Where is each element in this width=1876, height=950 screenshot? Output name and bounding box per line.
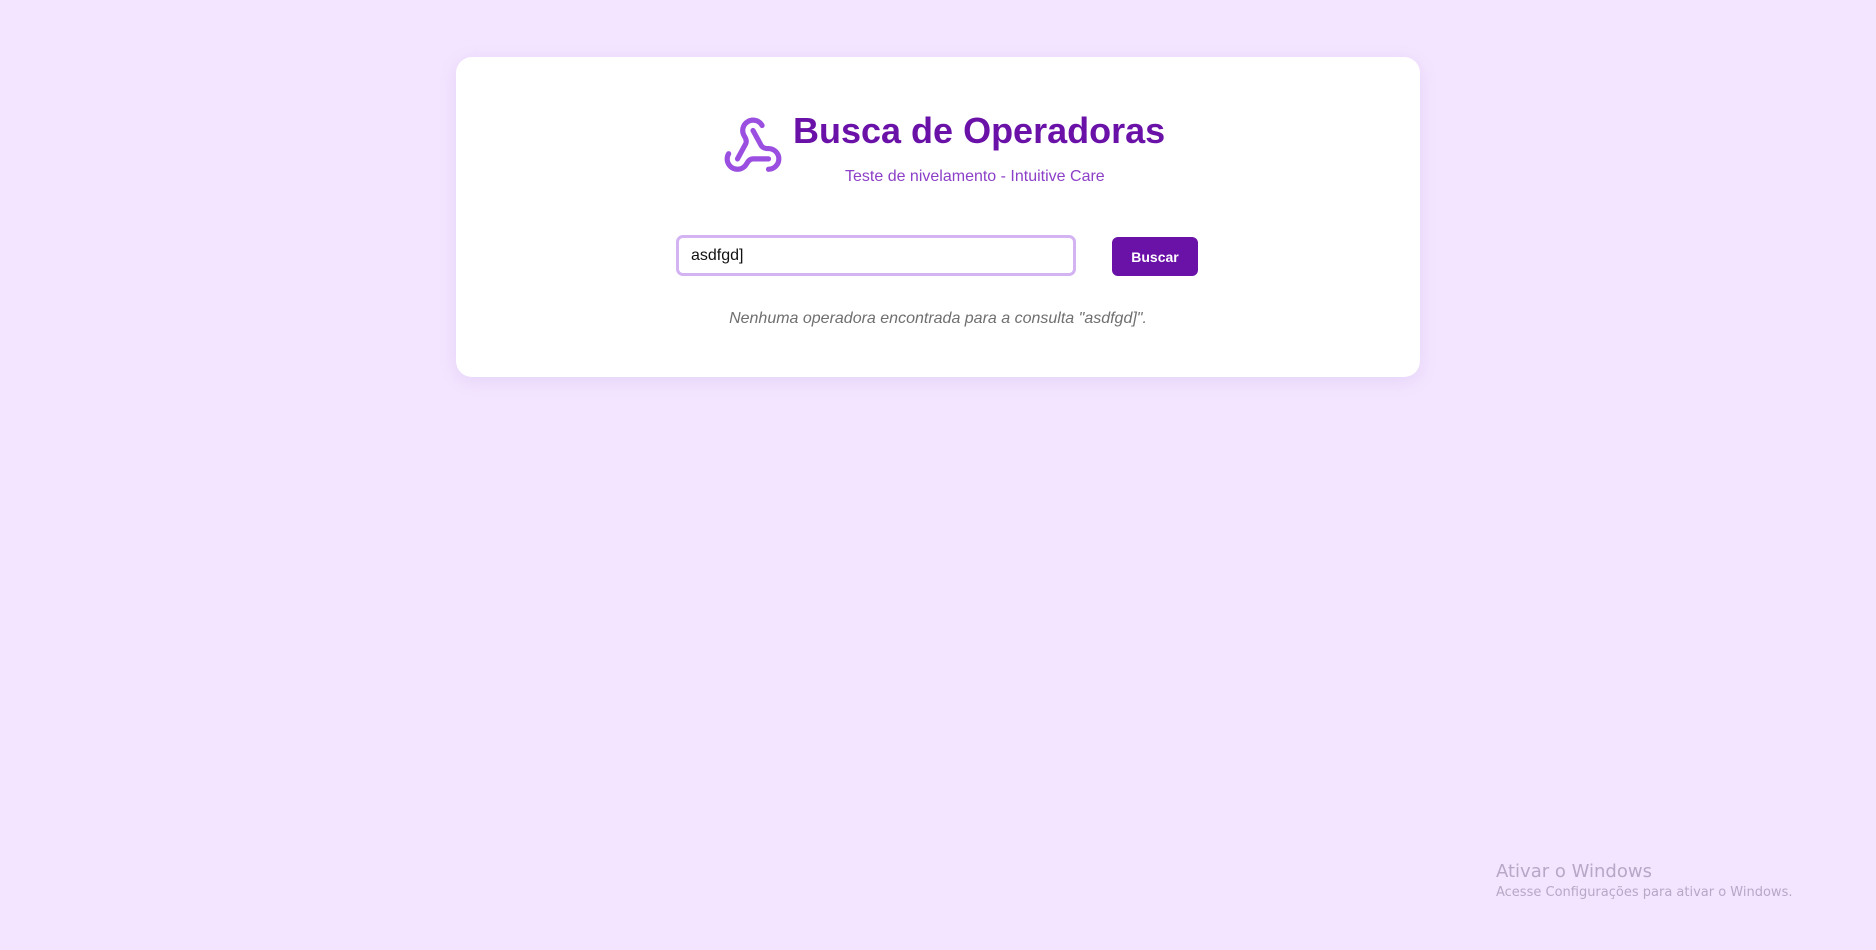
search-card: Busca de Operadoras Teste de nivelamento… <box>456 57 1420 377</box>
windows-activation-watermark: Ativar o Windows Acesse Configurações pa… <box>1496 860 1792 902</box>
search-input[interactable] <box>676 235 1076 276</box>
webhook-icon <box>724 117 782 172</box>
no-results-message: Nenhuma operadora encontrada para a cons… <box>729 310 1147 327</box>
search-button[interactable]: Buscar <box>1112 237 1198 276</box>
page-subtitle: Teste de nivelamento - Intuitive Care <box>845 168 1105 185</box>
page-title: Busca de Operadoras <box>793 110 1166 151</box>
watermark-title: Ativar o Windows <box>1496 861 1652 882</box>
watermark-subtitle: Acesse Configurações para ativar o Windo… <box>1496 885 1793 900</box>
